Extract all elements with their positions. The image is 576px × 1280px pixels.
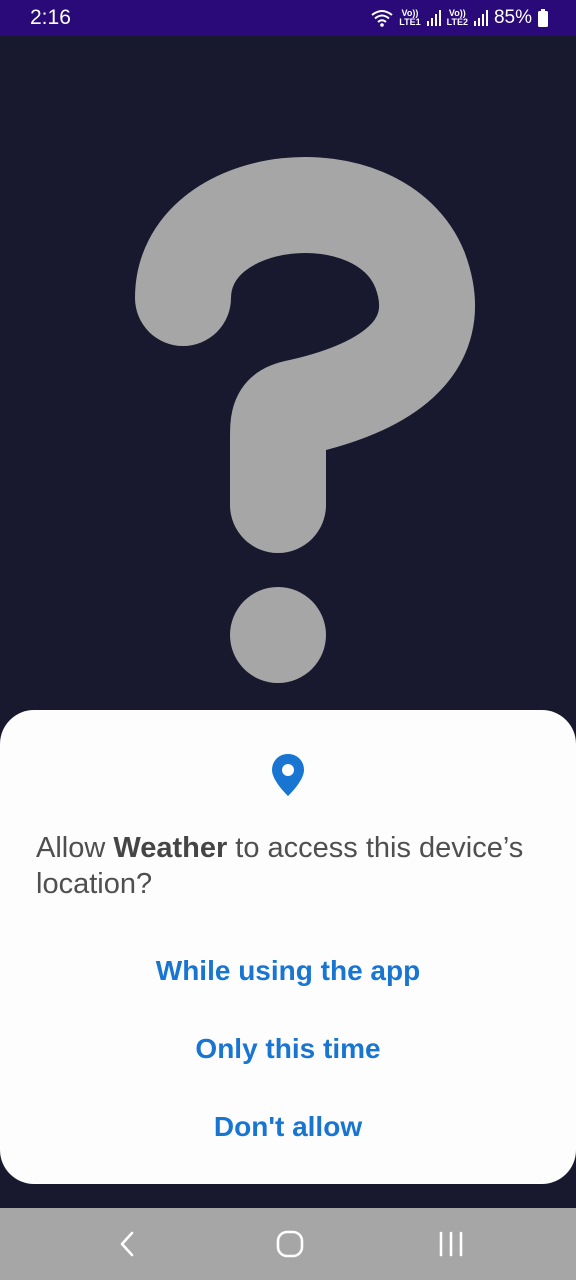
status-time: 2:16 [30,6,71,29]
status-bar: 2:16 Vo)) LTE1 Vo)) LTE2 85% [0,0,576,36]
signal-icon-sim2 [473,10,488,26]
navigation-bar [0,1208,576,1280]
home-icon [276,1230,304,1258]
dont-allow-button[interactable]: Don't allow [0,1099,576,1155]
sim1-network-label: Vo)) LTE1 [399,9,420,27]
wifi-icon [371,10,393,27]
sim1-lte: LTE1 [399,17,421,27]
while-using-app-button[interactable]: While using the app [0,943,576,999]
battery-icon [538,9,548,27]
status-icons: Vo)) LTE1 Vo)) LTE2 85% [371,4,548,32]
location-pin-icon [272,754,304,796]
app-name: Weather [113,832,228,864]
sim2-network-label: Vo)) LTE2 [447,9,468,27]
screen: 2:16 Vo)) LTE1 Vo)) LTE2 85% Allow Weath… [0,0,576,1280]
sim2-lte: LTE2 [446,17,468,27]
battery-percent: 85% [493,7,532,28]
question-mark-icon [135,157,475,683]
dialog-message: Allow Weather to access this device’s lo… [36,830,536,902]
back-icon [120,1231,134,1257]
back-button[interactable] [98,1222,158,1266]
recents-button[interactable] [421,1222,481,1266]
only-this-time-button[interactable]: Only this time [0,1021,576,1077]
recents-icon [439,1231,463,1257]
signal-icon-sim1 [426,10,441,26]
message-prefix: Allow [36,832,114,864]
home-button[interactable] [260,1222,320,1266]
